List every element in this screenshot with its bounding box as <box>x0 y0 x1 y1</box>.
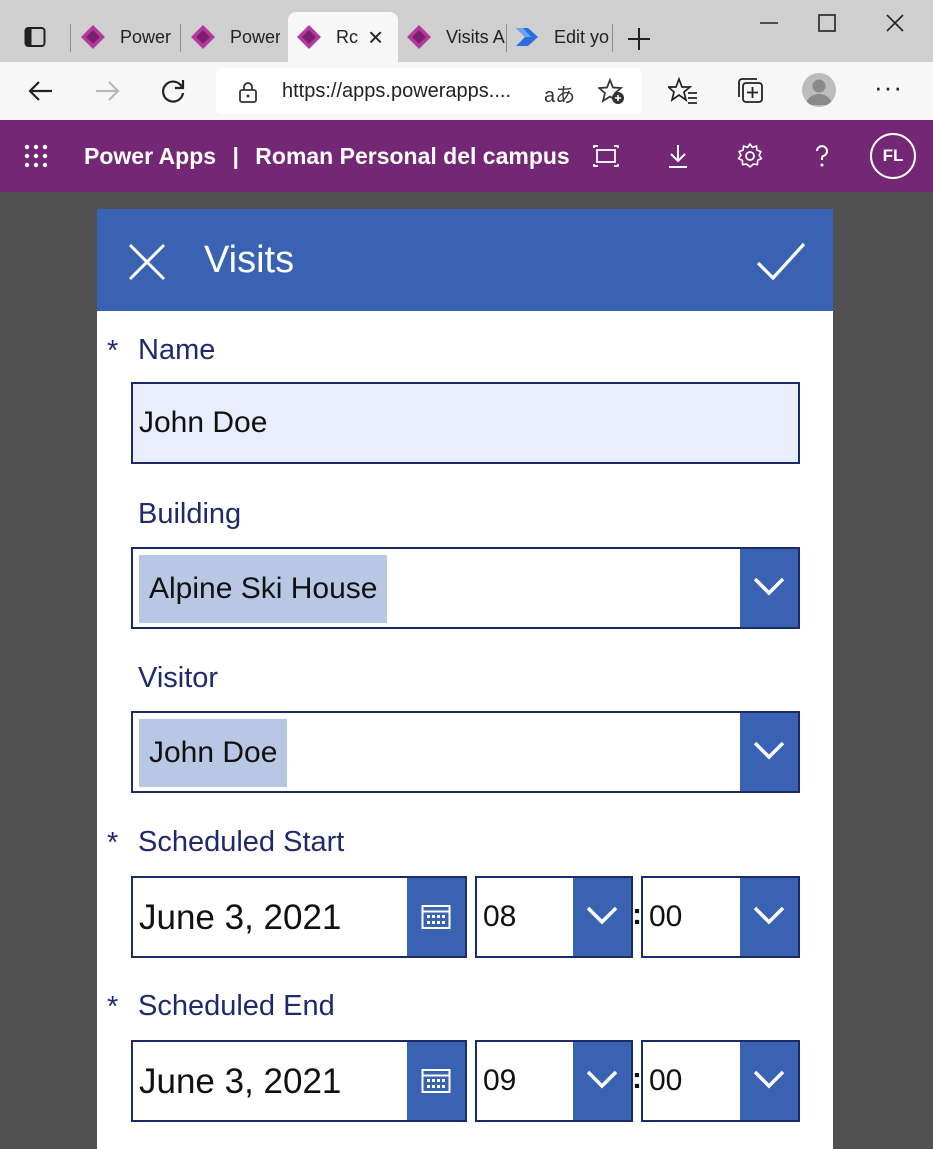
powerapps-header: Power Apps | Roman Personal del campus F… <box>0 120 933 192</box>
back-icon[interactable] <box>26 76 56 106</box>
powerapps-favicon <box>81 25 105 49</box>
powerapps-favicon <box>407 25 431 49</box>
fit-screen-icon[interactable] <box>592 142 620 170</box>
waffle-icon[interactable] <box>24 144 48 168</box>
start-minute-dropdown-button[interactable] <box>740 878 798 956</box>
profile-avatar-icon <box>806 79 832 105</box>
tab-power-2[interactable]: Power <box>182 12 280 62</box>
building-dropdown-button[interactable] <box>740 549 798 627</box>
powerautomate-favicon <box>516 28 538 46</box>
user-avatar[interactable]: FL <box>870 133 916 179</box>
tab-power-1[interactable]: Power <box>72 12 180 62</box>
help-icon[interactable] <box>808 142 836 170</box>
maximize-icon[interactable] <box>814 10 840 36</box>
download-icon[interactable] <box>664 142 692 170</box>
browser-toolbar: https://apps.powerapps.... aあ ··· <box>0 62 933 120</box>
end-hour-value[interactable]: 09 <box>483 1064 516 1098</box>
calendar-icon <box>421 905 451 929</box>
tab-edit[interactable]: Edit yo <box>506 12 612 62</box>
required-marker: * <box>107 335 119 367</box>
end-minute-dropdown[interactable]: 00 <box>641 1040 800 1122</box>
name-input[interactable]: John Doe <box>131 382 800 464</box>
end-date-value[interactable]: June 3, 2021 <box>139 1062 341 1102</box>
calendar-icon <box>421 1069 451 1093</box>
favorites-icon[interactable] <box>668 76 698 106</box>
tab-label: Rc <box>336 26 358 47</box>
form-title: Visits <box>204 239 295 281</box>
end-date-picker[interactable]: June 3, 2021 <box>131 1040 467 1122</box>
start-hour-dropdown-button[interactable] <box>573 878 631 956</box>
building-combobox[interactable]: Alpine Ski House <box>131 547 800 629</box>
visitor-combobox[interactable]: John Doe <box>131 711 800 793</box>
end-minute-dropdown-button[interactable] <box>740 1042 798 1120</box>
start-hour-dropdown[interactable]: 08 <box>475 876 633 958</box>
form-header: Visits <box>97 209 833 311</box>
tab-separator <box>180 24 181 52</box>
visitor-label: Visitor <box>138 662 219 694</box>
powerapps-title: Power Apps | Roman Personal del campus <box>84 143 570 170</box>
brand-name[interactable]: Power Apps <box>84 143 216 169</box>
start-hour-value[interactable]: 08 <box>483 900 516 934</box>
end-minute-value[interactable]: 00 <box>649 1064 682 1098</box>
tab-active[interactable]: Rc × <box>288 12 398 62</box>
start-date-value[interactable]: June 3, 2021 <box>139 898 341 938</box>
name-label: Name <box>138 334 216 366</box>
tab-label: Edit yo <box>554 26 610 47</box>
close-icon[interactable] <box>127 242 167 282</box>
checkmark-icon[interactable] <box>755 239 807 285</box>
browser-tab-strip: Power Power Rc × Visits A Edit yo <box>0 0 933 62</box>
start-date-picker[interactable]: June 3, 2021 <box>131 876 467 958</box>
chevron-down-icon <box>753 906 785 925</box>
read-aloud-button[interactable]: aあ <box>544 79 575 108</box>
tab-close-icon[interactable]: × <box>368 24 383 50</box>
lock-icon[interactable] <box>238 81 258 103</box>
tab-label: Power <box>230 26 280 47</box>
title-separator: | <box>232 143 239 169</box>
scheduled-end-label: Scheduled End <box>138 990 335 1022</box>
tab-label: Power <box>120 26 172 47</box>
powerapps-favicon <box>297 25 321 49</box>
refresh-icon[interactable] <box>158 76 188 106</box>
settings-icon[interactable] <box>736 142 764 170</box>
chevron-down-icon <box>753 577 785 596</box>
tab-visits[interactable]: Visits A <box>398 12 506 62</box>
visitor-selected-item[interactable]: John Doe <box>139 719 288 787</box>
tab-separator <box>612 24 613 52</box>
required-marker: * <box>107 991 119 1023</box>
address-bar[interactable]: https://apps.powerapps.... aあ <box>216 68 642 114</box>
add-favorite-icon[interactable] <box>598 78 626 106</box>
start-calendar-button[interactable] <box>407 878 465 956</box>
end-hour-dropdown[interactable]: 09 <box>475 1040 633 1122</box>
url-text[interactable]: https://apps.powerapps.... <box>282 80 511 103</box>
app-screen: Visits * Name John Doe Building Alpine S… <box>97 209 833 1149</box>
building-selected-item[interactable]: Alpine Ski House <box>139 555 388 623</box>
chevron-down-icon <box>586 1070 618 1089</box>
required-marker: * <box>107 827 119 859</box>
profile-icon[interactable] <box>802 73 836 107</box>
chevron-down-icon <box>753 1070 785 1089</box>
chevron-down-icon <box>586 906 618 925</box>
close-window-icon[interactable] <box>882 10 908 36</box>
end-hour-dropdown-button[interactable] <box>573 1042 631 1120</box>
new-tab-icon[interactable] <box>626 26 652 52</box>
forward-icon[interactable] <box>92 76 122 106</box>
chevron-down-icon <box>753 741 785 760</box>
more-icon[interactable]: ··· <box>874 72 903 103</box>
collections-icon[interactable] <box>736 76 766 106</box>
tab-actions-icon[interactable] <box>24 26 46 48</box>
building-label: Building <box>138 498 242 530</box>
powerapps-favicon <box>191 25 215 49</box>
start-minute-value[interactable]: 00 <box>649 900 682 934</box>
end-calendar-button[interactable] <box>407 1042 465 1120</box>
start-minute-dropdown[interactable]: 00 <box>641 876 800 958</box>
minimize-icon[interactable] <box>756 10 782 36</box>
tab-label: Visits A <box>446 26 505 47</box>
visitor-dropdown-button[interactable] <box>740 713 798 791</box>
tab-separator <box>70 24 71 52</box>
scheduled-start-label: Scheduled Start <box>138 826 345 858</box>
app-name: Roman Personal del campus <box>255 143 570 169</box>
